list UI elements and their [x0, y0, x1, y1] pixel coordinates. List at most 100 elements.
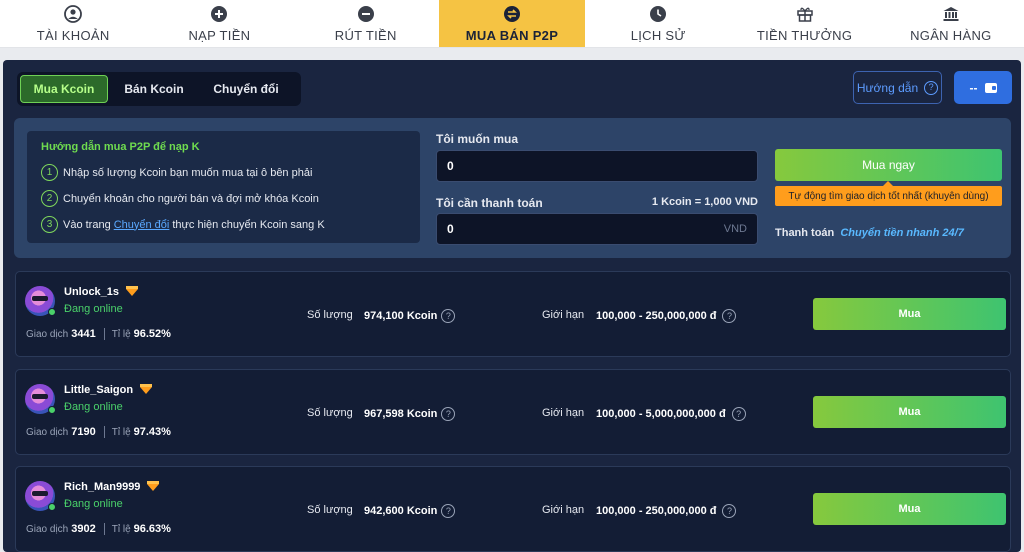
seller-name: Unlock_1s	[64, 285, 139, 298]
tab-sell-kcoin[interactable]: Bán Kcoin	[112, 75, 196, 103]
quantity-label: Số lượng	[307, 407, 353, 419]
step-number: 1	[41, 164, 58, 181]
limit-label: Giới hạn	[542, 407, 585, 419]
seller-row: Rich_Man9999 Đang online Giao dịch 3902 …	[15, 466, 1011, 552]
quantity-text: 967,598 Kcoin	[364, 408, 438, 420]
wallet-button[interactable]: --	[954, 71, 1012, 104]
question-icon: ?	[924, 80, 939, 95]
buy-button[interactable]: Mua	[813, 396, 1006, 428]
nav-label: NGÂN HÀNG	[910, 27, 992, 43]
nav-item-rewards[interactable]: TIỀN THƯỞNG	[731, 0, 877, 47]
wallet-icon	[984, 82, 997, 93]
tab-buy-kcoin[interactable]: Mua Kcoin	[20, 75, 108, 103]
nav-label: MUA BÁN P2P	[465, 27, 559, 43]
want-buy-value: 0	[447, 159, 454, 173]
question-icon[interactable]: ?	[441, 407, 456, 421]
diamond-icon	[126, 285, 139, 296]
online-status: Đang online	[64, 303, 123, 315]
divider	[103, 328, 105, 340]
seller-row: Unlock_1s Đang online Giao dịch 3441 Tỉ …	[15, 271, 1011, 357]
question-icon[interactable]: ?	[441, 504, 456, 518]
payment-label: Thanh toán	[775, 227, 835, 239]
tab-convert[interactable]: Chuyển đổi	[200, 75, 292, 103]
guide-button[interactable]: Hướng dẫn ?	[853, 71, 942, 104]
buy-button[interactable]: Mua	[813, 298, 1006, 330]
want-buy-input[interactable]: 0	[436, 150, 758, 182]
howto-step: 1 Nhập số lượng Kcoin bạn muốn mua tại ô…	[41, 162, 406, 183]
howto-step: 3 Vào trang Chuyển đổi thực hiện chuyển …	[41, 214, 406, 235]
pay-amount-label: Tôi cần thanh toán	[436, 196, 543, 210]
limit-label: Giới hạn	[542, 504, 585, 516]
question-icon[interactable]: ?	[722, 504, 737, 518]
seller-name: Rich_Man9999	[64, 480, 160, 493]
limit-text: 100,000 - 250,000,000 đ	[596, 505, 717, 517]
gift-icon	[796, 5, 814, 23]
account-icon	[64, 4, 83, 23]
nav-item-account[interactable]: TÀI KHOẢN	[0, 0, 146, 47]
nav-label: RÚT TIỀN	[334, 27, 397, 43]
limit-text: 100,000 - 250,000,000 đ	[596, 310, 717, 322]
seller-name-text: Rich_Man9999	[64, 481, 141, 493]
seller-row: Little_Saigon Đang online Giao dịch 7190…	[15, 369, 1011, 455]
online-dot-icon	[48, 308, 56, 316]
step-number: 2	[41, 190, 58, 207]
online-dot-icon	[48, 503, 56, 511]
success-rate: 96.63%	[133, 523, 171, 535]
p2p-panel: Mua Kcoin Bán Kcoin Chuyển đổi Hướng dẫn…	[3, 60, 1021, 552]
seller-stats: Giao dịch 3441 Tỉ lệ 96.52%	[26, 328, 171, 340]
step-number: 3	[41, 216, 58, 233]
quantity-text: 974,100 Kcoin	[364, 310, 438, 322]
success-rate: 96.52%	[133, 328, 171, 340]
rate-label: Tỉ lệ	[111, 328, 131, 340]
online-status: Đang online	[64, 401, 123, 413]
trades-count: 7190	[71, 426, 96, 438]
question-icon[interactable]: ?	[731, 407, 746, 421]
howto-title: Hướng dẫn mua P2P để nạp K	[41, 141, 200, 153]
nav-label: LỊCH SỬ	[630, 27, 686, 43]
nav-item-bank[interactable]: NGÂN HÀNG	[878, 0, 1024, 47]
convert-link[interactable]: Chuyển đổi	[114, 219, 170, 231]
pay-amount-input[interactable]: 0 VND	[436, 213, 758, 245]
quantity-text: 942,600 Kcoin	[364, 505, 438, 517]
trades-label: Giao dịch	[26, 523, 69, 535]
seller-name-text: Unlock_1s	[64, 286, 120, 298]
online-status: Đang online	[64, 498, 123, 510]
online-dot-icon	[48, 406, 56, 414]
rate-label: Tỉ lệ	[111, 523, 131, 535]
exchange-rate: 1 Kcoin = 1,000 VND	[651, 196, 758, 208]
question-icon[interactable]: ?	[441, 309, 456, 323]
quantity-value: 967,598 Kcoin ?	[364, 407, 456, 421]
trades-label: Giao dịch	[26, 426, 69, 438]
pay-amount-value: 0	[447, 222, 454, 236]
step-text-before: Vào trang	[63, 218, 111, 231]
clock-icon	[649, 5, 667, 23]
limit-text: 100,000 - 5,000,000,000 đ	[596, 408, 726, 420]
howto-box: Hướng dẫn mua P2P để nạp K 1 Nhập số lượ…	[27, 131, 420, 243]
quantity-value: 974,100 Kcoin ?	[364, 309, 456, 323]
nav-item-p2p[interactable]: MUA BÁN P2P	[438, 0, 586, 47]
question-icon[interactable]: ?	[722, 309, 737, 323]
wallet-balance: --	[969, 80, 978, 95]
payment-value: Chuyển tiền nhanh 24/7	[840, 227, 964, 239]
nav-item-history[interactable]: LỊCH SỬ	[585, 0, 731, 47]
seller-stats: Giao dịch 7190 Tỉ lệ 97.43%	[26, 426, 171, 438]
minus-circle-icon	[357, 5, 375, 23]
nav-label: TÀI KHOẢN	[36, 27, 110, 43]
divider	[103, 426, 105, 438]
nav-item-deposit[interactable]: NẠP TIỀN	[146, 0, 292, 47]
nav-label: TIỀN THƯỞNG	[756, 27, 853, 43]
currency-unit: VND	[723, 223, 747, 235]
diamond-icon	[147, 480, 160, 491]
limit-value: 100,000 - 250,000,000 đ ?	[596, 504, 737, 518]
trades-count: 3902	[71, 523, 96, 535]
limit-value: 100,000 - 5,000,000,000 đ ?	[596, 407, 746, 421]
buy-now-button[interactable]: Mua ngay	[775, 149, 1002, 181]
quantity-label: Số lượng	[307, 504, 353, 516]
step-text: Nhập số lượng Kcoin bạn muốn mua tại ô b…	[63, 166, 313, 179]
step-text-after: thực hiện chuyển Kcoin sang K	[172, 218, 325, 231]
buy-button[interactable]: Mua	[813, 493, 1006, 525]
nav-item-withdraw[interactable]: RÚT TIỀN	[293, 0, 439, 47]
payment-method: Thanh toán Chuyển tiền nhanh 24/7	[775, 227, 964, 239]
bank-icon	[942, 5, 960, 23]
limit-value: 100,000 - 250,000,000 đ ?	[596, 309, 737, 323]
